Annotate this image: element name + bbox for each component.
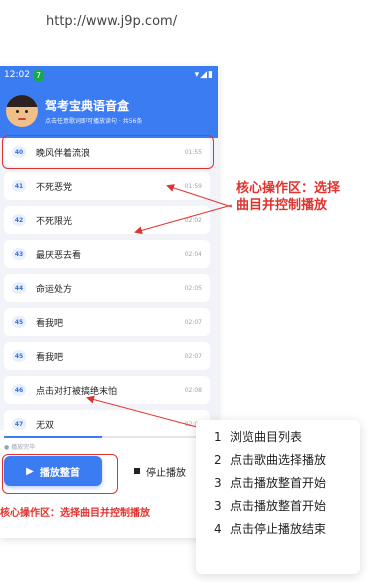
steps-panel: 1 浏览曲目列表 2 点击歌曲选择播放 3 点击播放整首开始 3 点击播放整首开始 4点… — [196, 420, 360, 574]
track-number: 45 — [12, 350, 26, 362]
track-title: 点击对打被搞绝末怕 — [36, 386, 118, 397]
track-number: 46 — [12, 384, 26, 396]
step-item: 2 点击歌曲选择播放 — [214, 453, 327, 467]
track-title: 不死恶党 — [36, 182, 73, 193]
track-title: 最厌恶去看 — [36, 250, 82, 261]
status-time: 12:02 — [4, 70, 30, 80]
track-number: 45 — [12, 316, 26, 328]
stop-icon — [134, 468, 140, 474]
track-duration: 02:07 — [184, 352, 202, 360]
callout-core-area: 核心操作区：选择曲目并控制播放 — [236, 181, 341, 213]
track-row[interactable]: 44 命运处方 02:05 — [4, 274, 210, 302]
status-bar: 12:02 7 ▾◢▮ — [0, 66, 218, 84]
highlight-play-button — [2, 454, 118, 494]
stop-button[interactable]: 停止播放 — [120, 456, 200, 486]
step-item: 3 点击播放整首开始 — [214, 499, 327, 513]
track-title: 不死限光 — [36, 216, 73, 227]
track-title: 看我吧 — [36, 352, 64, 363]
highlight-selected-track — [2, 135, 214, 169]
caption-core-area: 核心操作区：选择曲目并控制播放 — [0, 508, 150, 519]
track-row[interactable]: 45 看我吧 02:07 — [4, 308, 210, 336]
stop-label: 停止播放 — [146, 467, 186, 479]
track-number: 47 — [12, 418, 26, 430]
track-number: 42 — [12, 214, 26, 226]
track-duration: 02:02 — [184, 216, 202, 224]
app-subtitle: 点击任意歌词即可播放读句 · 共56条 — [45, 117, 143, 125]
browser-url: http://www.j9p.com/ — [46, 14, 178, 29]
step-item: 1 浏览曲目列表 — [214, 430, 303, 444]
track-duration: 02:07 — [184, 318, 202, 326]
track-title: 命运处方 — [36, 284, 73, 295]
playback-progress-bar[interactable] — [4, 436, 200, 438]
track-duration: 02:08 — [184, 386, 202, 394]
track-row[interactable]: 42 不死限光 02:02 — [4, 206, 210, 234]
track-duration: 02:05 — [184, 284, 202, 292]
track-duration: 01:59 — [184, 182, 202, 190]
track-row[interactable]: 45 看我吧 02:07 — [4, 342, 210, 370]
step-item: 3 点击播放整首开始 — [214, 476, 327, 490]
track-title: 无双 — [36, 420, 55, 431]
track-row[interactable]: 43 最厌恶去看 02:04 — [4, 240, 210, 268]
track-duration: 02:04 — [184, 250, 202, 258]
app-header: 驾考宝典语音盒 点击任意歌词即可播放读句 · 共56条 — [0, 84, 218, 138]
track-number: 43 — [12, 248, 26, 260]
playback-progress-fill — [4, 436, 102, 438]
notification-badge: 7 — [33, 69, 44, 81]
track-number: 44 — [12, 282, 26, 294]
app-title: 驾考宝典语音盒 — [45, 98, 130, 113]
signal-battery-icons: ▾◢▮ — [194, 70, 214, 80]
step-item: 4 点击停止播放结束 — [214, 522, 327, 536]
track-row[interactable]: 46 点击对打被搞绝末怕 02:08 — [4, 376, 210, 404]
playback-status: ● 播放完毕 — [4, 444, 36, 451]
track-number: 41 — [12, 180, 26, 192]
track-row[interactable]: 41 不死恶党 01:59 — [4, 172, 210, 200]
avatar — [6, 95, 38, 127]
track-title: 看我吧 — [36, 318, 64, 329]
